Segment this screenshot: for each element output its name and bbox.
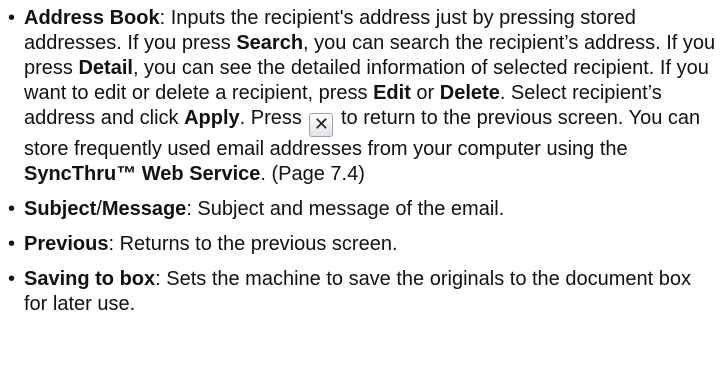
term-edit: Edit (373, 82, 411, 104)
list-item-address-book: • Address Book: Inputs the recipient's a… (0, 6, 724, 187)
term-subject: Subject (24, 198, 97, 220)
term-syncthru-web-service: SyncThru™ Web Service (24, 163, 261, 185)
close-x-icon: ✕ (309, 113, 334, 137)
term-apply: Apply (184, 107, 240, 129)
term-delete: Delete (439, 82, 500, 104)
document-page: • Address Book: Inputs the recipient's a… (0, 0, 724, 373)
term-message: Message (101, 198, 187, 220)
text: : Returns to the previous screen. (108, 233, 398, 255)
list-item-previous: • Previous: Returns to the previous scre… (0, 232, 724, 257)
term-detail: Detail (78, 57, 133, 79)
bullet-mark: • (8, 7, 16, 29)
term-address-book: Address Book (24, 7, 160, 29)
list-item-subject-message: • Subject/Message: Subject and message o… (0, 197, 724, 222)
term-search: Search (236, 32, 304, 54)
term-saving-to-box: Saving to box (24, 268, 156, 290)
bullet-mark: • (8, 268, 16, 290)
bullet-mark: • (8, 233, 16, 255)
list-item-saving-to-box: • Saving to box: Sets the machine to sav… (0, 267, 724, 317)
term-previous: Previous (24, 233, 109, 255)
text: . Press (239, 107, 308, 129)
text: or (410, 82, 440, 104)
text: : Subject and message of the email. (186, 198, 505, 220)
text: . (Page 7.4) (260, 163, 365, 185)
bullet-mark: • (8, 198, 16, 220)
